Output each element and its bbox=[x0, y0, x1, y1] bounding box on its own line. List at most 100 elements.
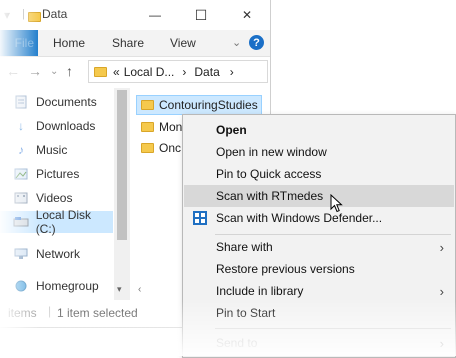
menu-item-scan-rtmedes[interactable]: Scan with RTmedes bbox=[184, 185, 454, 207]
minimize-icon: — bbox=[149, 8, 161, 22]
title-divider-icon: | bbox=[22, 8, 25, 20]
expand-ribbon-icon[interactable]: ⌄ bbox=[232, 36, 241, 49]
close-icon: ✕ bbox=[241, 8, 253, 22]
nav-item-label: Downloads bbox=[36, 119, 96, 133]
back-arrow-icon[interactable]: ← bbox=[6, 63, 20, 79]
navigation-pane: Documents ↓ Downloads ♪ Music Pictures V… bbox=[0, 88, 113, 300]
status-divider-icon: | bbox=[48, 304, 52, 318]
breadcrumb-local-disk[interactable]: Local D... bbox=[124, 65, 175, 79]
disk-icon bbox=[12, 216, 30, 228]
menu-item-share-with[interactable]: Share with › bbox=[184, 236, 454, 258]
menu-item-label: Restore previous versions bbox=[216, 262, 355, 276]
nav-item-videos[interactable]: Videos bbox=[0, 187, 113, 209]
nav-item-label: Network bbox=[36, 247, 81, 261]
tab-view[interactable]: View bbox=[170, 36, 196, 50]
submenu-arrow-icon: › bbox=[439, 283, 444, 299]
menu-item-label: Share with bbox=[216, 240, 273, 254]
context-menu: Open Open in new window Pin to Quick acc… bbox=[182, 114, 456, 358]
nav-item-music[interactable]: ♪ Music bbox=[0, 139, 113, 161]
quick-access-toolbar-icon[interactable]: ▾ bbox=[4, 8, 10, 22]
breadcrumb-data[interactable]: Data bbox=[194, 65, 219, 79]
nav-item-label: Music bbox=[36, 143, 68, 157]
up-arrow-icon[interactable]: ↑ bbox=[66, 63, 73, 79]
maximize-button[interactable]: ☐ bbox=[178, 0, 224, 30]
address-row: ← → ⌄ ↑ « Local D... › Data › bbox=[0, 57, 270, 87]
menu-item-label: Include in library bbox=[216, 284, 304, 298]
scroll-down-icon[interactable]: ▾ bbox=[117, 284, 122, 295]
menu-separator bbox=[215, 328, 451, 329]
recent-locations-icon[interactable]: ⌄ bbox=[50, 66, 58, 77]
tab-share[interactable]: Share bbox=[112, 36, 144, 50]
nav-item-documents[interactable]: Documents bbox=[0, 91, 113, 113]
menu-item-pin-quick-access[interactable]: Pin to Quick access bbox=[184, 163, 454, 185]
menu-item-pin-start[interactable]: Pin to Start bbox=[184, 302, 454, 324]
list-item[interactable]: ContouringStudies bbox=[136, 95, 262, 115]
minimize-button[interactable]: — bbox=[132, 0, 178, 30]
folder-icon bbox=[141, 122, 154, 132]
menu-item-include-library[interactable]: Include in library › bbox=[184, 280, 454, 302]
ribbon-tabs: File Home Share View ⌄ ? bbox=[0, 30, 270, 57]
mouse-cursor-icon bbox=[330, 193, 344, 217]
menu-item-scan-defender[interactable]: Scan with Windows Defender... bbox=[184, 207, 454, 229]
folder-icon bbox=[141, 143, 154, 153]
videos-icon bbox=[12, 192, 30, 204]
nav-item-local-disk[interactable]: Local Disk (C:) bbox=[0, 208, 113, 236]
menu-separator bbox=[215, 234, 451, 235]
menu-item-label: Scan with Windows Defender... bbox=[216, 211, 383, 225]
music-icon: ♪ bbox=[18, 143, 24, 157]
menu-item-label: Scan with RTmedes bbox=[216, 189, 324, 203]
address-overflow-icon[interactable]: « bbox=[113, 65, 120, 79]
nav-item-pictures[interactable]: Pictures bbox=[0, 163, 113, 185]
nav-item-label: Videos bbox=[36, 191, 73, 205]
scroll-left-icon[interactable]: ‹ bbox=[138, 284, 141, 295]
folder-icon bbox=[141, 100, 154, 110]
homegroup-icon bbox=[12, 280, 30, 292]
menu-item-label: Open in new window bbox=[216, 145, 327, 159]
nav-item-downloads[interactable]: ↓ Downloads bbox=[0, 115, 113, 137]
tab-home[interactable]: Home bbox=[53, 36, 85, 50]
item-count: items bbox=[8, 306, 37, 320]
network-icon bbox=[12, 248, 30, 260]
list-item[interactable]: Mon bbox=[136, 117, 182, 137]
address-folder-icon bbox=[94, 66, 107, 77]
folder-icon bbox=[28, 12, 41, 22]
help-icon[interactable]: ? bbox=[249, 35, 264, 50]
selection-status: 1 item selected bbox=[57, 306, 138, 320]
submenu-arrow-icon: › bbox=[439, 335, 444, 351]
maximize-icon: ☐ bbox=[194, 6, 208, 23]
close-button[interactable]: ✕ bbox=[224, 0, 270, 30]
downloads-icon: ↓ bbox=[18, 119, 24, 133]
menu-item-label: Pin to Start bbox=[216, 306, 276, 320]
nav-item-label: Homegroup bbox=[36, 279, 99, 293]
list-item[interactable]: Onc bbox=[136, 138, 181, 158]
breadcrumb-separator-icon: › bbox=[229, 64, 234, 79]
menu-item-open[interactable]: Open bbox=[184, 119, 454, 141]
file-name: ContouringStudies bbox=[159, 98, 258, 112]
menu-item-label: Send to bbox=[216, 336, 258, 350]
file-name: Onc bbox=[159, 141, 182, 155]
nav-item-label: Documents bbox=[36, 95, 97, 109]
breadcrumb-separator-icon: › bbox=[182, 64, 187, 79]
nav-item-homegroup[interactable]: Homegroup bbox=[0, 275, 113, 297]
menu-item-send-to[interactable]: Send to › bbox=[184, 332, 454, 354]
nav-item-network[interactable]: Network bbox=[0, 243, 113, 265]
windows-defender-icon bbox=[192, 210, 208, 226]
tab-file-label: File bbox=[14, 36, 34, 50]
submenu-arrow-icon: › bbox=[439, 239, 444, 255]
scrollbar-thumb[interactable] bbox=[117, 90, 127, 240]
menu-item-restore-versions[interactable]: Restore previous versions bbox=[184, 258, 454, 280]
file-name: Mon bbox=[159, 120, 183, 134]
tab-file[interactable]: File bbox=[0, 30, 38, 56]
pictures-icon bbox=[12, 168, 30, 180]
menu-item-label: Pin to Quick access bbox=[216, 167, 322, 181]
address-bar[interactable]: « Local D... › Data › bbox=[88, 60, 268, 83]
nav-item-label: Pictures bbox=[36, 167, 80, 181]
forward-arrow-icon[interactable]: → bbox=[28, 63, 42, 79]
menu-item-label: Open bbox=[216, 123, 247, 137]
documents-icon bbox=[12, 95, 30, 109]
menu-item-open-new-window[interactable]: Open in new window bbox=[184, 141, 454, 163]
window-title: Data bbox=[42, 7, 68, 21]
nav-item-label: Local Disk (C:) bbox=[35, 208, 92, 236]
title-bar: ▾ | Data — ☐ ✕ bbox=[0, 0, 270, 30]
navigation-scrollbar[interactable]: ▾ bbox=[114, 88, 130, 300]
